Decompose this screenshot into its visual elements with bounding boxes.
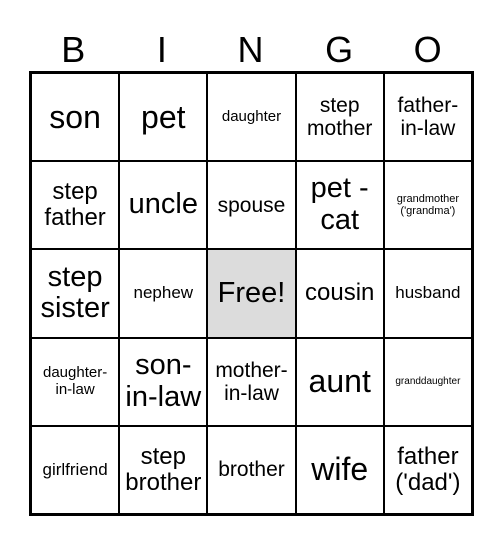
- cell-text: daughter: [221, 107, 282, 125]
- bingo-cell[interactable]: grandmother ('grandma'): [383, 161, 472, 250]
- cell-text: brother: [218, 458, 285, 482]
- cell-text: pet: [141, 98, 186, 135]
- header-letter-i: I: [156, 29, 167, 70]
- bingo-cell[interactable]: step mother: [295, 73, 384, 162]
- cell-text: pet - cat: [310, 172, 369, 237]
- bingo-cell[interactable]: step father: [31, 161, 120, 250]
- bingo-cell[interactable]: son-in-law: [119, 337, 208, 426]
- cell-text: mother-in-law: [215, 358, 288, 405]
- bingo-cell[interactable]: daughter-in-law: [31, 337, 120, 426]
- header-letter-b: B: [61, 29, 86, 70]
- cell-text: girlfriend: [42, 459, 108, 479]
- header-letter-n: N: [237, 29, 264, 70]
- cell-text: father-in-law: [397, 94, 459, 141]
- cell-text: step father: [44, 177, 106, 232]
- cell-text: son: [49, 98, 101, 135]
- bingo-cell[interactable]: girlfriend: [31, 425, 120, 514]
- cell-text: step brother: [125, 442, 202, 496]
- bingo-cell[interactable]: husband: [383, 249, 472, 338]
- bingo-cell[interactable]: spouse: [207, 161, 296, 250]
- header-letter-g: G: [325, 29, 354, 70]
- cell-text: son-in-law: [125, 348, 202, 413]
- cell-text: cousin: [305, 279, 375, 307]
- bingo-cell[interactable]: mother-in-law: [207, 337, 296, 426]
- bingo-grid: son pet daughter step mother father-in-la…: [29, 71, 474, 516]
- bingo-cell[interactable]: pet - cat: [295, 161, 384, 250]
- bingo-cell[interactable]: granddaughter: [383, 337, 472, 426]
- bingo-cell[interactable]: nephew: [119, 249, 208, 338]
- bingo-header: B I N G O: [29, 28, 472, 72]
- bingo-cell[interactable]: son: [31, 73, 120, 162]
- bingo-cell[interactable]: cousin: [295, 249, 384, 338]
- cell-text: granddaughter: [395, 376, 461, 388]
- bingo-cell[interactable]: step brother: [119, 425, 208, 514]
- cell-text: step mother: [307, 94, 373, 141]
- cell-text: step sister: [40, 260, 110, 325]
- bingo-cell[interactable]: wife: [295, 425, 384, 514]
- cell-text: daughter-in-law: [42, 364, 108, 398]
- cell-text: wife: [311, 451, 369, 488]
- free-space-cell[interactable]: Free!: [207, 249, 296, 338]
- cell-text: spouse: [217, 193, 286, 217]
- bingo-cell[interactable]: brother: [207, 425, 296, 514]
- cell-text: Free!: [217, 276, 286, 309]
- bingo-cell[interactable]: daughter: [207, 73, 296, 162]
- bingo-cell[interactable]: father-in-law: [383, 73, 472, 162]
- bingo-cell[interactable]: aunt: [295, 337, 384, 426]
- cell-text: aunt: [308, 363, 371, 400]
- bingo-cell[interactable]: father ('dad'): [383, 425, 472, 514]
- bingo-cell[interactable]: pet: [119, 73, 208, 162]
- cell-text: grandmother ('grandma'): [396, 193, 460, 218]
- bingo-cell[interactable]: step sister: [31, 249, 120, 338]
- cell-text: nephew: [133, 283, 194, 303]
- bingo-cell[interactable]: uncle: [119, 161, 208, 250]
- cell-text: husband: [395, 283, 461, 303]
- cell-text: uncle: [128, 188, 198, 221]
- header-letter-o: O: [413, 29, 442, 70]
- cell-text: father ('dad'): [395, 442, 461, 496]
